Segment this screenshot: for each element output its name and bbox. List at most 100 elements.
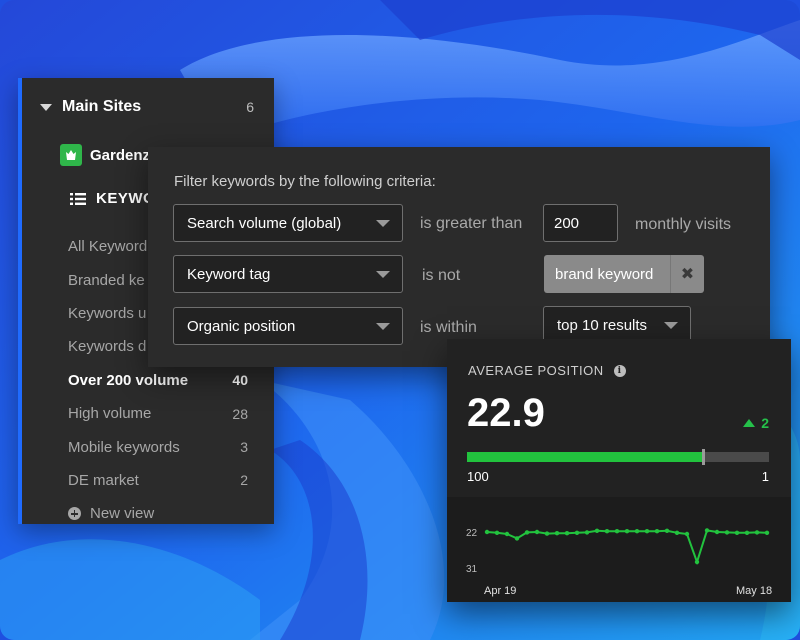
new-view-label: New view — [90, 505, 155, 523]
view-label: Over 200 volume — [68, 371, 189, 389]
unit-label: monthly visits — [635, 216, 732, 233]
field-select-search-volume[interactable]: Search volume (global) — [173, 204, 403, 242]
field-select-organic-position[interactable]: Organic position — [173, 307, 403, 345]
trend-point — [624, 529, 630, 534]
trend-point — [504, 531, 510, 537]
trend-point — [734, 530, 740, 535]
trend-point — [534, 529, 540, 535]
sidebar-section-label: KEYWO — [96, 190, 156, 207]
trend-line — [486, 529, 768, 566]
progress-marker — [701, 449, 705, 465]
sidebar-site[interactable]: Gardenz — [60, 144, 150, 166]
trend-point — [614, 529, 620, 534]
chevron-down-icon — [376, 220, 390, 227]
stats-summary: AVERAGE POSITION i 22.9 2 100 1 — [447, 339, 791, 497]
trend-point — [744, 530, 750, 535]
filter-title: Filter keywords by the following criteri… — [174, 173, 436, 190]
progress-fill — [467, 452, 703, 462]
tag-chip: brand keyword ✖ — [544, 255, 704, 293]
volume-value-input[interactable]: 200 — [543, 204, 618, 242]
sidebar-view-item[interactable]: DE market 2 — [68, 464, 248, 497]
position-progress-bar — [467, 449, 769, 465]
stat-title: AVERAGE POSITION — [468, 363, 604, 378]
average-position-card: AVERAGE POSITION i 22.9 2 100 1 22 31 Apr … — [447, 339, 791, 602]
x-tick-label: Apr 19 — [484, 585, 516, 597]
trend-point — [764, 530, 770, 535]
y-tick-label: 22 — [466, 528, 478, 539]
operator-label: is not — [422, 267, 461, 284]
stat-delta: 2 — [743, 415, 769, 431]
trend-point — [584, 530, 590, 535]
view-label: Mobile keywords — [68, 438, 180, 456]
view-label: DE market — [68, 471, 139, 489]
select-value: Search volume (global) — [187, 214, 342, 232]
list-icon — [70, 192, 86, 206]
sidebar-view-item[interactable]: High volume 28 — [68, 397, 248, 430]
delta-value: 2 — [761, 415, 769, 431]
select-value: top 10 results — [557, 316, 648, 334]
trend-point — [634, 529, 640, 534]
position-trend-chart: 22 31 Apr 19 May 18 — [447, 505, 791, 602]
site-name: Gardenz — [90, 146, 151, 164]
filter-panel: Filter keywords by the following criteri… — [148, 147, 770, 367]
trend-point — [564, 531, 570, 536]
operator-label: is greater than — [420, 215, 523, 232]
view-label: Branded ke — [68, 271, 145, 289]
trend-point — [644, 529, 650, 534]
info-icon[interactable]: i — [613, 364, 626, 377]
trend-point — [694, 559, 700, 565]
trend-point — [704, 528, 710, 533]
range-max-label: 1 — [761, 469, 769, 484]
view-label: All Keyword — [68, 238, 148, 256]
new-view-button[interactable]: New view — [68, 497, 248, 530]
chevron-down-icon — [664, 322, 678, 329]
stat-label: AVERAGE POSITION i — [468, 363, 626, 378]
sidebar-view-item-active[interactable]: Over 200 volume 40 — [68, 364, 248, 397]
select-value: Organic position — [187, 317, 296, 335]
stat-value: 22.9 — [467, 391, 545, 435]
trend-point — [654, 529, 660, 534]
view-count: 28 — [232, 405, 248, 422]
trend-point — [664, 528, 670, 533]
sidebar-section-keywords[interactable]: KEYWO — [70, 190, 155, 207]
trend-point — [554, 531, 560, 536]
operator-label: is within — [420, 319, 477, 336]
view-count: 40 — [232, 372, 248, 389]
view-label: High volume — [68, 405, 152, 423]
sidebar-group-header[interactable]: Main Sites 6 — [40, 96, 254, 118]
view-label: Keywords d — [68, 338, 147, 356]
trend-point — [514, 536, 520, 541]
range-min-label: 100 — [467, 469, 489, 484]
view-count: 3 — [240, 439, 248, 456]
view-label: Keywords u — [68, 304, 147, 322]
trend-point — [714, 529, 720, 535]
sidebar-group-count: 6 — [246, 99, 254, 115]
chevron-down-icon — [376, 271, 390, 278]
select-value: Keyword tag — [187, 265, 271, 283]
y-tick-label: 31 — [466, 564, 478, 575]
close-icon[interactable]: ✖ — [670, 255, 704, 293]
trend-point — [484, 529, 490, 535]
plus-circle-icon — [68, 507, 81, 521]
view-count: 2 — [240, 472, 248, 489]
chevron-down-icon — [376, 323, 390, 330]
field-select-keyword-tag[interactable]: Keyword tag — [173, 255, 403, 293]
trend-point — [494, 530, 500, 535]
trend-chart-svg: 22 31 Apr 19 May 18 — [466, 528, 772, 597]
trend-point — [724, 530, 730, 535]
tag-chip-label: brand keyword — [555, 265, 654, 283]
trend-point — [524, 530, 530, 535]
trend-point — [574, 530, 580, 535]
sidebar-group-title: Main Sites — [62, 98, 142, 115]
trend-point — [604, 529, 610, 534]
trend-point — [754, 530, 760, 535]
trend-point — [544, 531, 550, 536]
sidebar-view-item[interactable]: Mobile keywords 3 — [68, 430, 248, 463]
trend-up-icon — [743, 419, 756, 427]
trend-point — [684, 531, 690, 537]
x-tick-label: May 18 — [736, 585, 772, 597]
site-logo-icon — [60, 144, 82, 166]
trend-point — [674, 530, 680, 535]
chevron-down-icon — [40, 103, 52, 111]
trend-point — [594, 528, 600, 533]
